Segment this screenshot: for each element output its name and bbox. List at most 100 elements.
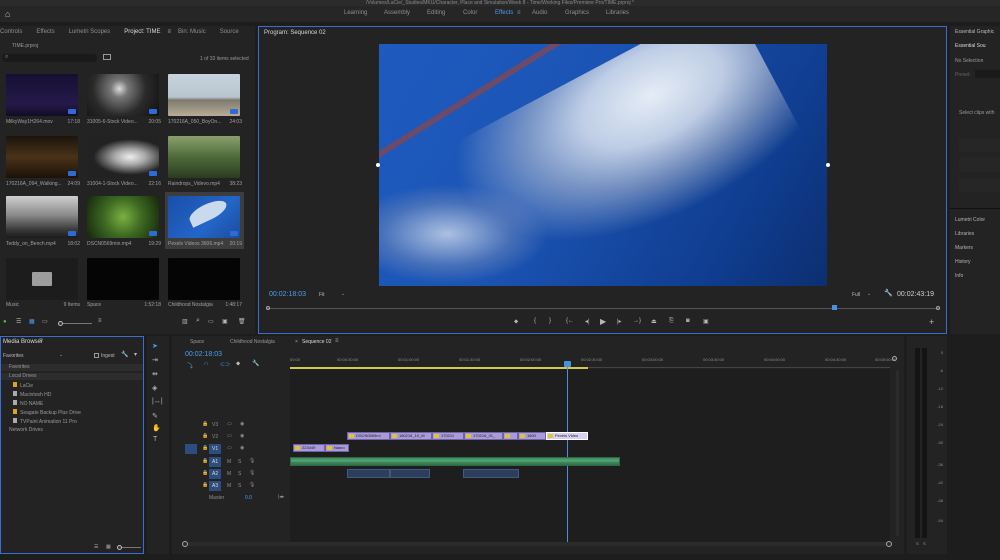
tree-item-lacie[interactable]: LaCie	[13, 382, 33, 389]
solo-button[interactable]: S	[238, 471, 241, 477]
workspace-libraries[interactable]: Libraries	[606, 10, 629, 16]
tree-item-macintosh-hd[interactable]: Macintosh HD	[13, 391, 51, 398]
freeform-view-icon[interactable]: ▭	[42, 318, 48, 325]
clip-a2[interactable]	[390, 469, 430, 478]
workspace-graphics[interactable]: Graphics	[565, 10, 589, 16]
go-to-out-icon[interactable]: →}	[633, 318, 641, 324]
thumb-milkyway[interactable]	[6, 74, 78, 116]
program-scrubber[interactable]	[266, 305, 940, 310]
solo-left-button[interactable]: S	[916, 541, 919, 546]
find-icon[interactable]: ⌕	[196, 317, 200, 325]
tab-lumetri-scopes[interactable]: Lumetri Scopes	[62, 29, 118, 35]
tab-source[interactable]: Source	[213, 29, 246, 35]
clip-v2[interactable]: 170216_01_	[464, 432, 503, 440]
timeline-playhead[interactable]	[567, 362, 568, 543]
list-view-icon[interactable]: ☰	[94, 544, 98, 550]
hand-tool-icon[interactable]: ✋	[152, 424, 161, 432]
link-libraries[interactable]: Libraries	[955, 231, 974, 237]
step-forward-icon[interactable]: |▸	[617, 318, 622, 325]
track-area[interactable]	[290, 369, 890, 543]
lock-icon[interactable]: 🔒	[202, 458, 208, 464]
clip-v1[interactable]: 223449	[293, 444, 325, 452]
icon-view-icon[interactable]: ▦	[29, 318, 35, 325]
clip-v2[interactable]: DSCN0569mi	[347, 432, 390, 440]
frame-handle-icon[interactable]	[826, 163, 830, 167]
vertical-scrollbar[interactable]	[896, 370, 899, 536]
add-marker-icon[interactable]: ⬥	[236, 361, 240, 368]
ingest-checkbox[interactable]	[94, 353, 99, 358]
clip-v2[interactable]: 170211	[432, 432, 464, 440]
clip-v2[interactable]	[503, 432, 518, 440]
tree-header-network-drives[interactable]: Network Drives	[1, 427, 143, 434]
workspace-learning[interactable]: Learning	[344, 10, 367, 16]
wrench-icon[interactable]: 🔧	[252, 360, 259, 367]
clip-v2-selected[interactable]: Pexels Video	[546, 432, 588, 440]
thumb-raindrops[interactable]	[168, 136, 240, 178]
quality-select[interactable]: Full	[852, 292, 860, 298]
link-lumetri-color[interactable]: Lumetri Color	[955, 217, 985, 223]
clip-a1[interactable]	[290, 457, 620, 466]
program-video-frame[interactable]	[379, 44, 827, 286]
trash-icon[interactable]: 🗑	[238, 318, 246, 325]
chevron-down-icon[interactable]: ⌄	[341, 291, 345, 297]
thumb-space-sequence[interactable]	[87, 258, 159, 300]
lock-icon[interactable]: 🔒	[202, 482, 208, 488]
clip-v1[interactable]: Nasro	[325, 444, 349, 452]
icon-view-icon[interactable]: ▦	[106, 544, 111, 550]
new-bin-bottom-icon[interactable]: ▭	[208, 318, 214, 325]
eye-icon[interactable]: ◉	[240, 421, 244, 427]
tree-item-tvpaint[interactable]: TVPaint Animation 11 Pro	[13, 418, 77, 425]
fit-select[interactable]: Fit	[319, 292, 325, 298]
automate-icon[interactable]: ▥	[182, 318, 188, 325]
close-icon[interactable]: ×	[295, 339, 298, 345]
wrench-icon[interactable]: 🔧	[121, 351, 128, 358]
razor-tool-icon[interactable]: ◈	[152, 384, 157, 392]
thumb-music-bin[interactable]	[6, 258, 78, 300]
solo-button[interactable]: S	[238, 483, 241, 489]
ruler-scroll-icon[interactable]	[892, 356, 897, 361]
thumb-pexels-videos[interactable]	[168, 196, 240, 238]
clip-a2[interactable]	[463, 469, 519, 478]
thumb-dscn0569[interactable]	[87, 196, 159, 238]
zoom-slider-handle[interactable]	[117, 545, 122, 550]
lock-icon[interactable]: 🔒	[202, 421, 208, 427]
program-timecode[interactable]: 00:02:18:03	[269, 291, 306, 298]
workspace-menu-icon[interactable]: ≡	[517, 10, 521, 16]
microphone-icon[interactable]: 🎙	[249, 470, 255, 476]
clip-v2[interactable]: 180216_10_M	[390, 432, 432, 440]
filter-icon[interactable]: ▾	[134, 351, 137, 358]
mute-button[interactable]: M	[227, 459, 231, 465]
panel-menu-icon[interactable]: ≡	[39, 338, 43, 344]
tab-childhood-nostalgia[interactable]: Childhood Nostalgia	[230, 339, 275, 345]
link-info[interactable]: Info	[955, 273, 963, 279]
solo-button[interactable]: S	[238, 459, 241, 465]
tree-header-local-drives[interactable]: Local Drives	[1, 373, 143, 380]
comparison-view-icon[interactable]: ▣	[703, 318, 709, 325]
lock-icon[interactable]: 🔒	[202, 470, 208, 476]
zoom-slider[interactable]	[58, 321, 92, 326]
mute-button[interactable]: M	[227, 471, 231, 477]
eye-icon[interactable]: ◉	[240, 445, 244, 451]
tree-header-favorites[interactable]: Favorites	[1, 364, 143, 371]
tab-effect-controls[interactable]: Controls	[0, 29, 29, 35]
preset-select[interactable]	[975, 70, 1000, 78]
timeline-scrollbar[interactable]	[182, 541, 892, 547]
wrench-icon[interactable]: 🔧	[884, 289, 893, 297]
mute-button[interactable]: M	[227, 483, 231, 489]
tab-project[interactable]: Project: TIME	[117, 29, 167, 35]
type-tool-icon[interactable]: T	[153, 436, 157, 443]
workspace-audio[interactable]: Audio	[532, 10, 547, 16]
solo-right-button[interactable]: S	[923, 541, 926, 546]
zoom-slider-handle[interactable]	[58, 321, 63, 326]
clip-v2[interactable]: 1800	[518, 432, 546, 440]
tree-item-no-name[interactable]: NO NAME	[13, 400, 43, 407]
go-to-in-icon[interactable]: {←	[566, 318, 574, 324]
playhead-marker[interactable]	[832, 305, 837, 310]
eye-icon[interactable]: ◉	[240, 433, 244, 439]
export-frame-icon[interactable]: ◙	[686, 318, 690, 324]
project-search-input[interactable]: ⌕	[2, 54, 97, 62]
tab-essential-sound[interactable]: Essential Sou	[955, 43, 986, 49]
master-volume[interactable]: 0.0	[245, 495, 252, 501]
ripple-edit-tool-icon[interactable]: ⇹	[152, 370, 158, 378]
scroll-handle-icon[interactable]	[182, 541, 188, 547]
